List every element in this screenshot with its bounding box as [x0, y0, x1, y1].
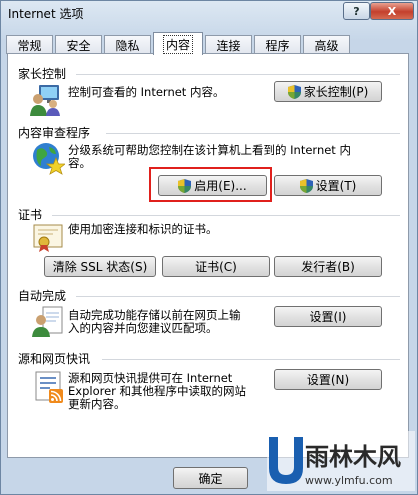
clear-ssl-state-button[interactable]: 清除 SSL 状态(S) — [44, 256, 156, 277]
content-advisor-description-1: 分级系统可帮助您控制在该计算机上看到的 Internet 内 — [68, 143, 351, 157]
section-divider — [76, 296, 400, 297]
tab-general[interactable]: 常规 — [6, 35, 53, 54]
window-title: Internet 选项 — [8, 7, 84, 21]
watermark-text: 雨林木风 — [305, 443, 401, 471]
title-bar[interactable]: Internet 选项 ? X — [1, 1, 417, 29]
publishers-button[interactable]: 发行者(B) — [274, 256, 382, 277]
internet-options-window: Internet 选项 ? X 常规 安全 隐私 内容 连接 程序 高级 家长控… — [0, 0, 418, 495]
feeds-section-title: 源和网页快讯 — [18, 352, 91, 366]
uac-shield-icon — [287, 84, 301, 99]
section-divider — [76, 74, 400, 75]
section-divider — [102, 359, 400, 360]
tab-content[interactable]: 内容 — [153, 32, 203, 55]
content-advisor-description-2: 容。 — [68, 156, 91, 170]
autocomplete-description-2: 入的内容并向您建议匹配项。 — [68, 321, 218, 335]
watermark-url: www.ylmfu.com — [305, 474, 393, 487]
section-divider — [106, 133, 400, 134]
highlight-annotation-box — [149, 167, 272, 202]
help-icon: ? — [353, 4, 360, 18]
ok-button[interactable]: 确定 — [173, 467, 248, 489]
help-button[interactable]: ? — [343, 2, 370, 20]
autocomplete-description-1: 自动完成功能存储以前在网页上输 — [68, 308, 241, 322]
feeds-description-1: 源和网页快讯提供可在 Internet — [68, 371, 233, 385]
close-icon: X — [387, 4, 397, 18]
content-advisor-settings-button[interactable]: 设置(T) — [274, 175, 382, 196]
content-advisor-section-title: 内容审查程序 — [18, 126, 91, 140]
site-watermark: 雨林木风 www.ylmfu.com — [267, 431, 415, 491]
tab-advanced[interactable]: 高级 — [303, 35, 350, 54]
tab-security[interactable]: 安全 — [55, 35, 102, 54]
certificates-button[interactable]: 证书(C) — [162, 256, 270, 277]
certificates-description: 使用加密连接和标识的证书。 — [68, 222, 218, 236]
tab-connections[interactable]: 连接 — [205, 35, 252, 54]
parental-section-title: 家长控制 — [18, 67, 67, 81]
autocomplete-section-title: 自动完成 — [18, 289, 67, 303]
parental-description: 控制可查看的 Internet 内容。 — [68, 85, 225, 99]
feeds-settings-button[interactable]: 设置(N) — [274, 369, 382, 390]
tab-privacy[interactable]: 隐私 — [104, 35, 151, 54]
certificate-icon — [33, 224, 63, 252]
globe-star-icon — [33, 143, 65, 175]
tab-programs[interactable]: 程序 — [254, 35, 301, 54]
uac-shield-icon — [299, 178, 313, 193]
feeds-description-3: 更新内容。 — [68, 397, 126, 411]
autocomplete-settings-button[interactable]: 设置(I) — [274, 306, 382, 327]
close-button[interactable]: X — [370, 2, 414, 20]
feeds-description-2: Explorer 和其他程序中读取的网站 — [68, 384, 247, 398]
parental-controls-button[interactable]: 家长控制(P) — [274, 81, 382, 102]
users-monitor-icon — [30, 85, 60, 116]
feeds-icon — [35, 371, 63, 403]
section-divider — [52, 215, 400, 216]
content-tab-panel: 家长控制 控制可查看的 Internet 内容。 家长控制(P) 内容审查程序 … — [7, 53, 409, 458]
autocomplete-icon — [32, 306, 63, 337]
